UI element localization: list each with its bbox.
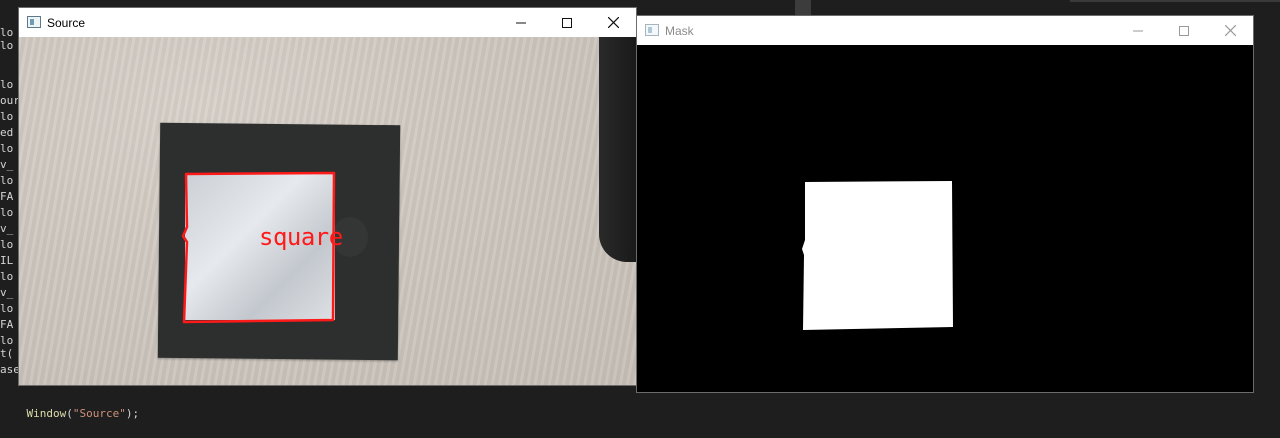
code-fragment: lo — [0, 238, 14, 251]
code-fragment: lo — [0, 302, 14, 315]
maximize-button[interactable] — [544, 8, 590, 37]
code-line-named-window: Window("Source"); — [0, 390, 140, 438]
code-fragment: lo — [0, 270, 14, 283]
code-fragment: our — [0, 94, 20, 107]
close-icon — [607, 17, 619, 28]
maximize-button[interactable] — [1161, 16, 1207, 45]
code-fragment: ed — [0, 126, 14, 139]
source-window-title: Source — [47, 16, 86, 30]
code-fragment: v_ — [0, 286, 14, 299]
code-fragment: lo — [0, 110, 14, 123]
close-button[interactable] — [590, 8, 636, 37]
source-titlebar[interactable]: Source — [19, 8, 636, 37]
mask-shape — [802, 181, 953, 330]
close-icon — [1224, 25, 1236, 36]
mask-titlebar[interactable]: Mask — [637, 16, 1253, 45]
maximize-icon — [1179, 25, 1189, 36]
code-fragment: t( — [0, 347, 14, 360]
maximize-icon — [562, 17, 572, 28]
minimize-icon — [516, 22, 526, 23]
code-fragment: IL — [0, 254, 14, 267]
code-fragment: ase — [0, 363, 20, 376]
code-fragment: lo — [0, 142, 14, 155]
code-paren: ( — [66, 407, 73, 420]
minimize-icon — [1133, 30, 1143, 31]
app-window-icon — [27, 16, 41, 28]
minimize-button[interactable] — [1115, 16, 1161, 45]
code-end: ); — [125, 407, 140, 420]
shape-label: square — [259, 223, 343, 251]
mask-window[interactable]: Mask — [637, 16, 1253, 392]
code-fragment: FA — [0, 190, 14, 203]
mask-window-title: Mask — [665, 24, 694, 38]
code-string: "Source" — [72, 407, 126, 420]
code-fragment: lo — [0, 206, 14, 219]
code-function: Window — [26, 407, 67, 420]
source-image-view: square — [19, 37, 636, 385]
background-divider — [1070, 0, 1280, 2]
code-fragment: v_ — [0, 222, 14, 235]
code-fragment: lo — [0, 39, 14, 52]
source-window[interactable]: Source square — [19, 8, 636, 385]
mask-image-view — [637, 45, 1253, 392]
background-tab-edge — [795, 0, 811, 16]
detected-contour — [181, 171, 336, 324]
code-fragment: lo — [0, 174, 14, 187]
code-fragment: FA — [0, 318, 14, 331]
minimize-button[interactable] — [498, 8, 544, 37]
code-fragment: v_ — [0, 158, 14, 171]
close-button[interactable] — [1207, 16, 1253, 45]
app-window-icon — [645, 24, 659, 36]
code-fragment: lo — [0, 78, 14, 91]
